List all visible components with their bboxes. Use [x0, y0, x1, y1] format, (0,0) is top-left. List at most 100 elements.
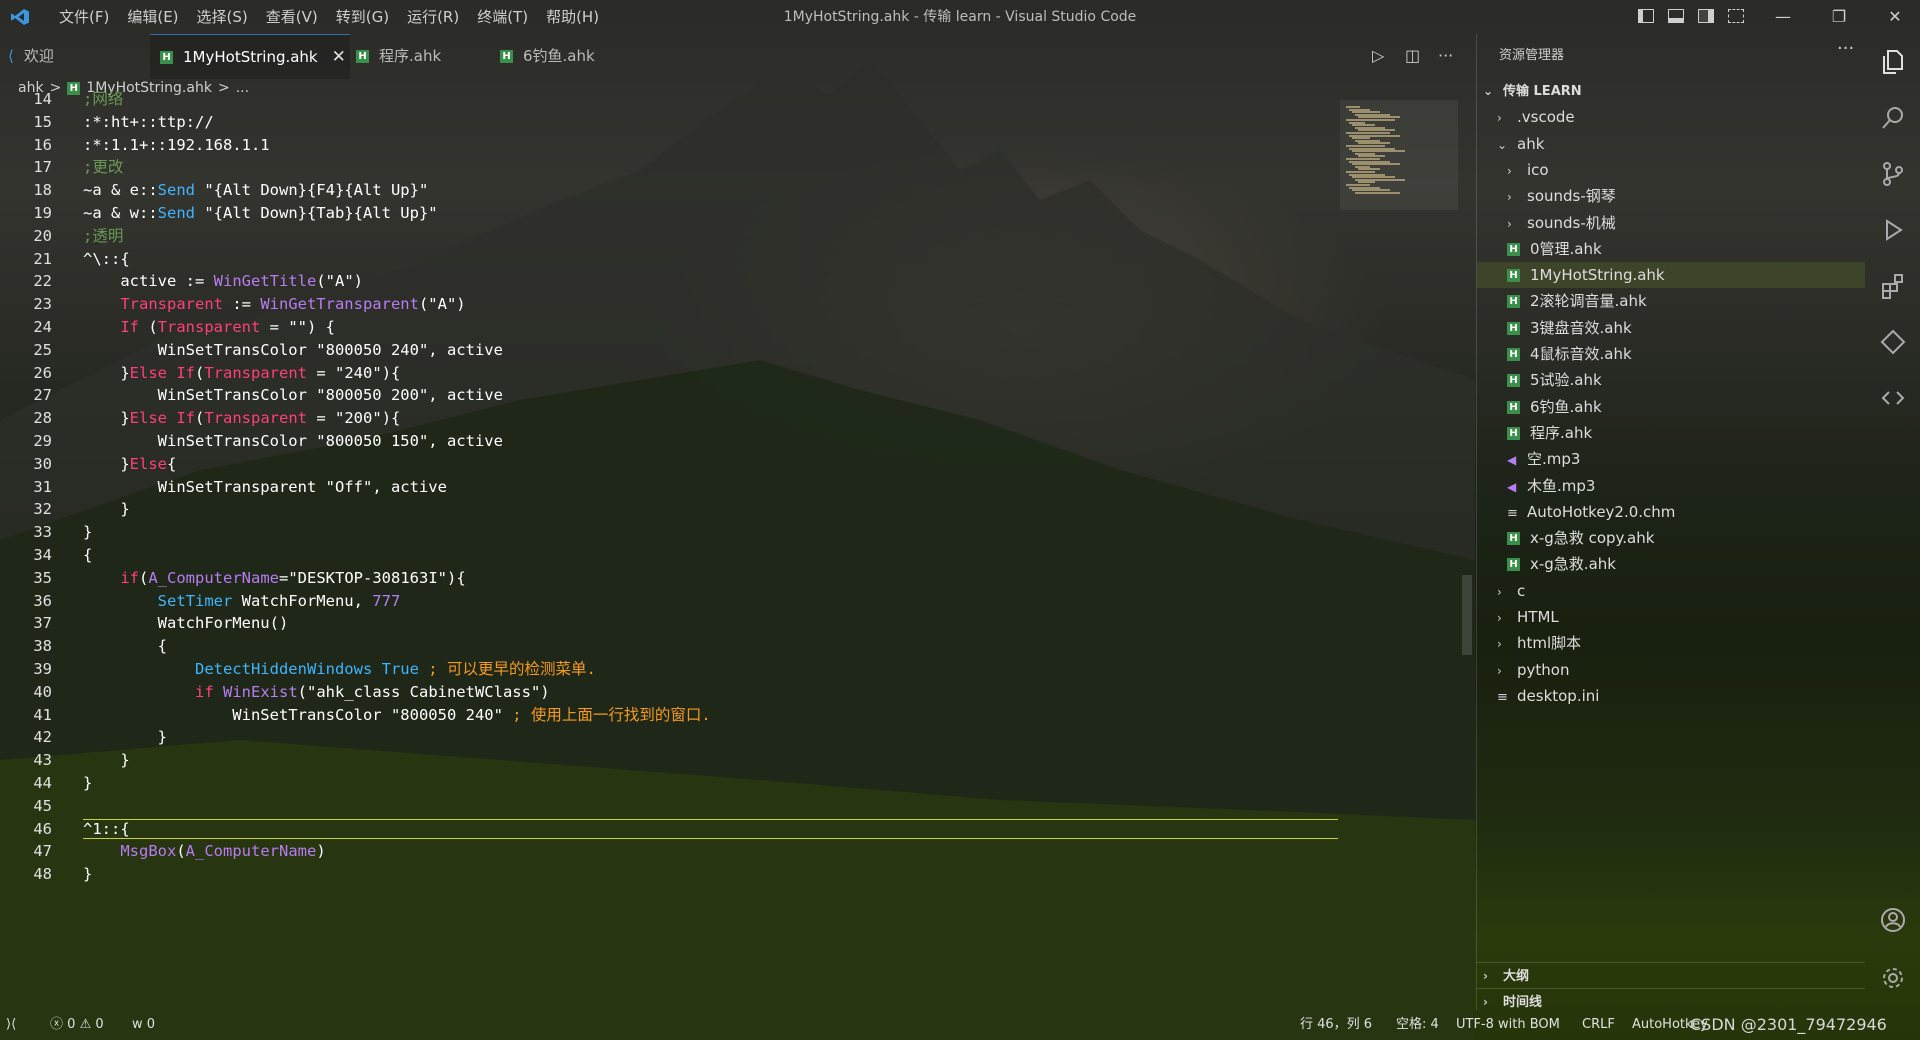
tree-item[interactable]: H 程序.ahk — [1477, 420, 1865, 446]
code-line[interactable]: 31 WinSetTransparent "Off", active — [0, 476, 1340, 499]
problems-indicator[interactable]: ⓧ 0 ⚠ 0 — [50, 1010, 104, 1040]
tree-item[interactable]: H 3键盘音效.ahk — [1477, 315, 1865, 341]
code-line[interactable]: 33} — [0, 521, 1340, 544]
line-number: 36 — [33, 591, 52, 610]
code-line[interactable]: 17 ;更改 — [0, 156, 1340, 179]
tree-item[interactable]: › c — [1477, 578, 1865, 604]
error-count: 0 — [67, 1017, 76, 1032]
toggle-panel-icon[interactable] — [1668, 9, 1684, 23]
ahk-file-icon: H — [1507, 558, 1520, 572]
tree-item[interactable]: › ico — [1477, 157, 1865, 183]
restore-button[interactable]: ❐ — [1816, 0, 1862, 34]
code-line[interactable]: 20 ;透明 — [0, 225, 1340, 248]
tree-item[interactable]: H 5试验.ahk — [1477, 367, 1865, 393]
code-line[interactable]: 40 if WinExist("ahk_class CabinetWClass"… — [0, 681, 1340, 704]
customize-layout-icon[interactable] — [1728, 9, 1744, 23]
tree-item[interactable]: ◀ 木鱼.mp3 — [1477, 473, 1865, 499]
tab-1myhotstring[interactable]: H 1MyHotString.ahk ✕ — [150, 34, 350, 79]
toggle-primary-sidebar-icon[interactable] — [1638, 9, 1654, 23]
code-line[interactable]: 22 active := WinGetTitle("A") — [0, 270, 1340, 293]
extensions-icon[interactable] — [1879, 272, 1907, 300]
code-line[interactable]: 46 ^1::{ — [0, 818, 1340, 841]
code-line[interactable]: 37 WatchForMenu() — [0, 612, 1340, 635]
close-icon[interactable]: ✕ — [332, 47, 346, 67]
tree-item[interactable]: H 0管理.ahk — [1477, 236, 1865, 262]
code-line[interactable]: 32 } — [0, 498, 1340, 521]
minimize-button[interactable]: — — [1760, 0, 1806, 34]
tree-item[interactable]: ≡ AutoHotkey2.0.chm — [1477, 499, 1865, 525]
tree-item[interactable]: ⌄ ahk — [1477, 131, 1865, 157]
code-line[interactable]: 25 WinSetTransColor "800050 240", active — [0, 339, 1340, 362]
tree-item[interactable]: H 4鼠标音效.ahk — [1477, 341, 1865, 367]
tree-item[interactable]: ≡ desktop.ini — [1477, 683, 1865, 709]
code-line[interactable]: 28 }Else If(Transparent = "200"){ — [0, 407, 1340, 430]
code-line[interactable]: 18 ~a & e::Send "{Alt Down}{F4}{Alt Up}" — [0, 179, 1340, 202]
code-line[interactable]: 45 — [0, 795, 1340, 818]
code-line[interactable]: 21 ^\::{ — [0, 248, 1340, 271]
tree-item[interactable]: › python — [1477, 657, 1865, 683]
toggle-secondary-sidebar-icon[interactable] — [1698, 9, 1714, 23]
tree-item[interactable]: › HTML — [1477, 604, 1865, 630]
code-line[interactable]: 39 DetectHiddenWindows True ; 可以更早的检测菜单. — [0, 658, 1340, 681]
line-ending[interactable]: CRLF — [1582, 1010, 1615, 1040]
tree-item[interactable]: H 6钓鱼.ahk — [1477, 394, 1865, 420]
tab-diaoyu[interactable]: H 6钓鱼.ahk — [496, 34, 630, 78]
minimap[interactable] — [1340, 100, 1458, 210]
code-line[interactable]: 19 ~a & w::Send "{Alt Down}{Tab}{Alt Up}" — [0, 202, 1340, 225]
source-control-icon[interactable] — [1879, 160, 1907, 188]
ahk-file-icon: H — [356, 50, 369, 63]
ports-indicator[interactable]: 𝗐 0 — [132, 1010, 155, 1040]
code-line[interactable]: 41 WinSetTransColor "800050 240" ; 使用上面一… — [0, 704, 1340, 727]
remote-icon[interactable]: ⟩⟨ — [6, 1010, 16, 1040]
code-editor[interactable]: 14 ;网络 15:*:ht+::ttp://16:*:1.1+::192.168.… — [0, 90, 1475, 1010]
account-icon[interactable] — [1879, 906, 1907, 934]
code-line[interactable]: 48} — [0, 863, 1340, 886]
explorer-icon[interactable] — [1879, 48, 1907, 76]
code-extension-icon[interactable] — [1879, 384, 1907, 412]
remote-explorer-icon[interactable] — [1879, 328, 1907, 356]
code-line[interactable]: 30 }Else{ — [0, 453, 1340, 476]
settings-gear-icon[interactable] — [1879, 964, 1907, 992]
code-line[interactable]: 24 If (Transparent = "") { — [0, 316, 1340, 339]
tree-item[interactable]: › .vscode — [1477, 104, 1865, 130]
split-editor-icon[interactable]: ◫ — [1405, 46, 1420, 65]
code-line[interactable]: 15:*:ht+::ttp:// — [0, 111, 1340, 134]
tree-item[interactable]: ◀ 空.mp3 — [1477, 446, 1865, 472]
code-line[interactable]: 38 { — [0, 635, 1340, 658]
tree-item[interactable]: H 2滚轮调音量.ahk — [1477, 288, 1865, 314]
tree-item[interactable]: Hx-g急救 copy.ahk — [1477, 525, 1865, 551]
line-number: 45 — [33, 796, 52, 815]
tree-item[interactable]: › sounds-钢琴 — [1477, 183, 1865, 209]
tree-item[interactable]: Hx-g急救.ahk — [1477, 551, 1865, 577]
section-outline[interactable]: › 大纲 — [1477, 962, 1865, 989]
tree-item[interactable]: › html脚本 — [1477, 630, 1865, 656]
tree-item[interactable]: H 1MyHotString.ahk — [1477, 262, 1865, 289]
search-icon[interactable] — [1879, 104, 1907, 132]
code-line[interactable]: 16:*:1.1+::192.168.1.1 — [0, 134, 1340, 157]
code-line[interactable]: 14 ;网络 — [0, 88, 1340, 111]
more-actions-icon[interactable]: ··· — [1438, 46, 1453, 65]
encoding[interactable]: UTF-8 with BOM — [1456, 1010, 1560, 1040]
code-line[interactable]: 47 MsgBox(A_ComputerName) — [0, 840, 1340, 863]
code-line[interactable]: 35 if(A_ComputerName="DESKTOP-308163I"){ — [0, 567, 1340, 590]
code-line[interactable]: 27 WinSetTransColor "800050 200", active — [0, 384, 1340, 407]
indentation[interactable]: 空格: 4 — [1396, 1010, 1439, 1040]
code-line[interactable]: 36 SetTimer WatchForMenu, 777 — [0, 590, 1340, 613]
tab-welcome[interactable]: ⟨ 欢迎 — [8, 34, 148, 78]
run-icon[interactable]: ▷ — [1372, 46, 1384, 65]
run-debug-icon[interactable] — [1879, 216, 1907, 244]
editor-scrollbar[interactable] — [1462, 575, 1472, 655]
close-window-button[interactable]: ✕ — [1872, 0, 1918, 34]
code-line[interactable]: 34 { — [0, 544, 1340, 567]
code-line[interactable]: 23 Transparent := WinGetTransparent("A") — [0, 293, 1340, 316]
explorer-more-icon[interactable]: ··· — [1837, 38, 1854, 59]
code-line[interactable]: 42 } — [0, 726, 1340, 749]
code-line[interactable]: 44} — [0, 772, 1340, 795]
workspace-root[interactable]: ⌄ 传输 LEARN — [1483, 78, 1582, 104]
code-line[interactable]: 29 WinSetTransColor "800050 150", active — [0, 430, 1340, 453]
tab-chengxu[interactable]: H 程序.ahk — [352, 34, 486, 78]
code-line[interactable]: 26 }Else If(Transparent = "240"){ — [0, 362, 1340, 385]
tree-item[interactable]: › sounds-机械 — [1477, 210, 1865, 236]
code-line[interactable]: 43 } — [0, 749, 1340, 772]
cursor-position[interactable]: 行 46，列 6 — [1300, 1010, 1372, 1040]
